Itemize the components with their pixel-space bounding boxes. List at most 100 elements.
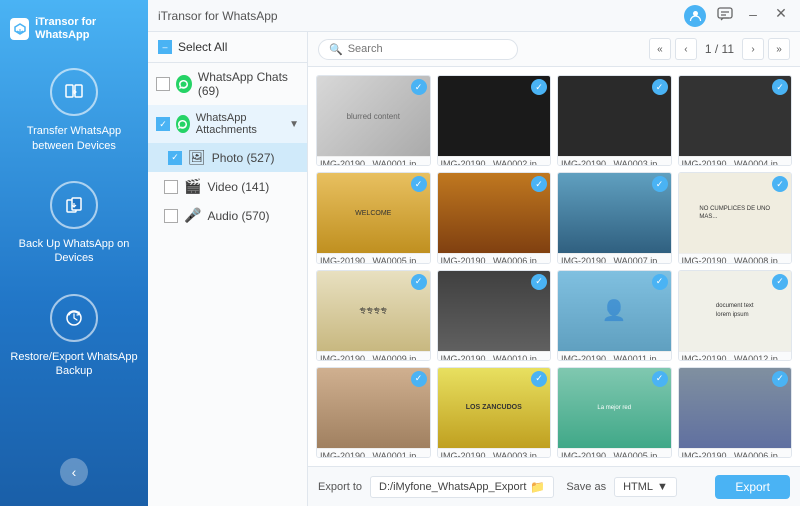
photo-item-5[interactable]: ✓ WELCOME IMG-20190...WA0005.jp [316, 172, 431, 263]
tree-item-video[interactable]: 🎬 Video (141) [148, 172, 307, 201]
photo-check-15: ✓ [652, 371, 668, 387]
video-checkbox[interactable] [164, 180, 178, 194]
photo-check-16: ✓ [772, 371, 788, 387]
photo-checkbox[interactable]: ✓ [168, 151, 182, 165]
photo-thumb-2: ✓ [438, 76, 551, 156]
photo-label-8: IMG-20190...WA0008.jp [679, 253, 792, 263]
sidebar-item-backup[interactable]: Back Up WhatsApp on Devices [0, 167, 148, 280]
photo-check-13: ✓ [411, 371, 427, 387]
tree-item-audio[interactable]: 🎤 Audio (570) [148, 201, 307, 230]
photo-thumb-13: ✓ [317, 368, 430, 448]
export-path-text: D:/iMyfone_WhatsApp_Export [379, 481, 526, 493]
photo-item-16[interactable]: ✓ IMG-20190...WA0006.jp [678, 367, 793, 458]
next-page-button[interactable]: › [742, 38, 764, 60]
first-page-button[interactable]: « [649, 38, 671, 60]
photo-check-1: ✓ [411, 79, 427, 95]
restore-label: Restore/Export WhatsApp Backup [8, 350, 140, 379]
tree-item-photo[interactable]: ✓ 🖼 Photo (527) [148, 143, 307, 172]
video-label: Video (141) [207, 180, 269, 194]
photo-thumb-9: ✓ 专专专专 [317, 271, 430, 351]
photo-label-3: IMG-20190...WA0003.jp [558, 156, 671, 166]
photo-thumb-5: ✓ WELCOME [317, 173, 430, 253]
select-all-checkbox[interactable]: – [158, 40, 172, 54]
export-path[interactable]: D:/iMyfone_WhatsApp_Export 📁 [370, 476, 554, 498]
audio-icon: 🎤 [184, 207, 201, 224]
search-input[interactable] [348, 43, 507, 55]
bottom-bar: Export to D:/iMyfone_WhatsApp_Export 📁 S… [308, 466, 800, 506]
photo-thumb-15: ✓ La mejor red [558, 368, 671, 448]
tree-item-attachments[interactable]: ✓ WhatsApp Attachments ▼ [148, 105, 307, 143]
sidebar-item-transfer[interactable]: Transfer WhatsApp between Devices [0, 54, 148, 167]
photo-item-3[interactable]: ✓ IMG-20190...WA0003.jp [557, 75, 672, 166]
photo-grid: ✓ blurred content IMG-20190...WA0001.jp … [308, 67, 800, 466]
photo-check-9: ✓ [411, 274, 427, 290]
photo-check-11: ✓ [652, 274, 668, 290]
photo-item-12[interactable]: ✓ document textlorem ipsum IMG-20190...W… [678, 270, 793, 361]
photo-item-6[interactable]: ✓ IMG-20190...WA0006.jp [437, 172, 552, 263]
photo-label-12: IMG-20190...WA0012.jp [679, 351, 792, 361]
whatsapp-attachments-icon [176, 115, 190, 133]
select-all-header[interactable]: – Select All [148, 32, 307, 63]
prev-page-button[interactable]: ‹ [675, 38, 697, 60]
photo-check-6: ✓ [531, 176, 547, 192]
close-button[interactable]: ✕ [772, 5, 790, 23]
back-button[interactable]: ‹ [60, 458, 88, 486]
photo-thumb-12: ✓ document textlorem ipsum [679, 271, 792, 351]
photo-panel: 🔍 « ‹ 1 / 11 › » ✓ blurred content [308, 32, 800, 506]
page-info: 1 / 11 [701, 42, 738, 56]
photo-thumb-16: ✓ [679, 368, 792, 448]
photo-toolbar: 🔍 « ‹ 1 / 11 › » [308, 32, 800, 67]
photo-item-14[interactable]: ✓ LOS ZANCUDOS IMG-20190...WA0003.jp [437, 367, 552, 458]
photo-item-9[interactable]: ✓ 专专专专 IMG-20190...WA0009.jp [316, 270, 431, 361]
save-as-label: Save as [566, 481, 606, 493]
photo-label: Photo (527) [212, 151, 275, 165]
file-tree: – Select All WhatsApp Chats (69) ✓ [148, 32, 308, 506]
photo-check-8: ✓ [772, 176, 788, 192]
window-controls: – ✕ [684, 5, 790, 27]
video-icon: 🎬 [184, 178, 201, 195]
audio-label: Audio (570) [207, 209, 269, 223]
backup-label: Back Up WhatsApp on Devices [8, 237, 140, 266]
photo-item-8[interactable]: ✓ NO CUMPLICES DE UNOMAS... IMG-20190...… [678, 172, 793, 263]
last-page-button[interactable]: » [768, 38, 790, 60]
minimize-button[interactable]: – [744, 5, 762, 23]
save-as-select[interactable]: HTML ▼ [614, 477, 677, 497]
attachments-checkbox[interactable]: ✓ [156, 117, 170, 131]
export-button[interactable]: Export [715, 475, 790, 499]
photo-item-11[interactable]: ✓ 👤 IMG-20190...WA0011.jp [557, 270, 672, 361]
sidebar: iTransor for WhatsApp Transfer WhatsApp … [0, 0, 148, 506]
photo-label-9: IMG-20190...WA0009.jp [317, 351, 430, 361]
photo-thumb-1: ✓ blurred content [317, 76, 430, 156]
expand-icon: ▼ [289, 119, 299, 130]
photo-item-4[interactable]: ✓ IMG-20190...WA0004.jp [678, 75, 793, 166]
attachments-label: WhatsApp Attachments [196, 112, 283, 136]
photo-thumb-7: ✓ [558, 173, 671, 253]
chats-label: WhatsApp Chats (69) [198, 70, 299, 98]
photo-label-14: IMG-20190...WA0003.jp [438, 448, 551, 458]
photo-item-13[interactable]: ✓ IMG-20190...WA0001.jp [316, 367, 431, 458]
photo-item-7[interactable]: ✓ IMG-20190...WA0007.jp [557, 172, 672, 263]
photo-item-1[interactable]: ✓ blurred content IMG-20190...WA0001.jp [316, 75, 431, 166]
chats-checkbox[interactable] [156, 77, 170, 91]
audio-checkbox[interactable] [164, 209, 178, 223]
photo-label-13: IMG-20190...WA0001.jp [317, 448, 430, 458]
transfer-icon [50, 68, 98, 116]
user-avatar[interactable] [684, 5, 706, 27]
sidebar-bottom: ‹ [0, 448, 148, 496]
chat-button[interactable] [716, 5, 734, 23]
photo-label-2: IMG-20190...WA0002.jp [438, 156, 551, 166]
save-as-value: HTML [623, 481, 653, 493]
photo-item-15[interactable]: ✓ La mejor red IMG-20190...WA0005.jp [557, 367, 672, 458]
dropdown-arrow-icon: ▼ [657, 481, 668, 493]
restore-icon [50, 294, 98, 342]
content-area: – Select All WhatsApp Chats (69) ✓ [148, 32, 800, 506]
search-box[interactable]: 🔍 [318, 39, 518, 60]
photo-item-10[interactable]: ✓ IMG-20190...WA0010.jp [437, 270, 552, 361]
folder-icon: 📁 [530, 480, 545, 494]
photo-icon: 🖼 [188, 149, 206, 166]
tree-item-chats[interactable]: WhatsApp Chats (69) [148, 63, 307, 105]
sidebar-item-restore[interactable]: Restore/Export WhatsApp Backup [0, 280, 148, 393]
photo-item-2[interactable]: ✓ IMG-20190...WA0002.jp [437, 75, 552, 166]
photo-thumb-6: ✓ [438, 173, 551, 253]
photo-check-14: ✓ [531, 371, 547, 387]
